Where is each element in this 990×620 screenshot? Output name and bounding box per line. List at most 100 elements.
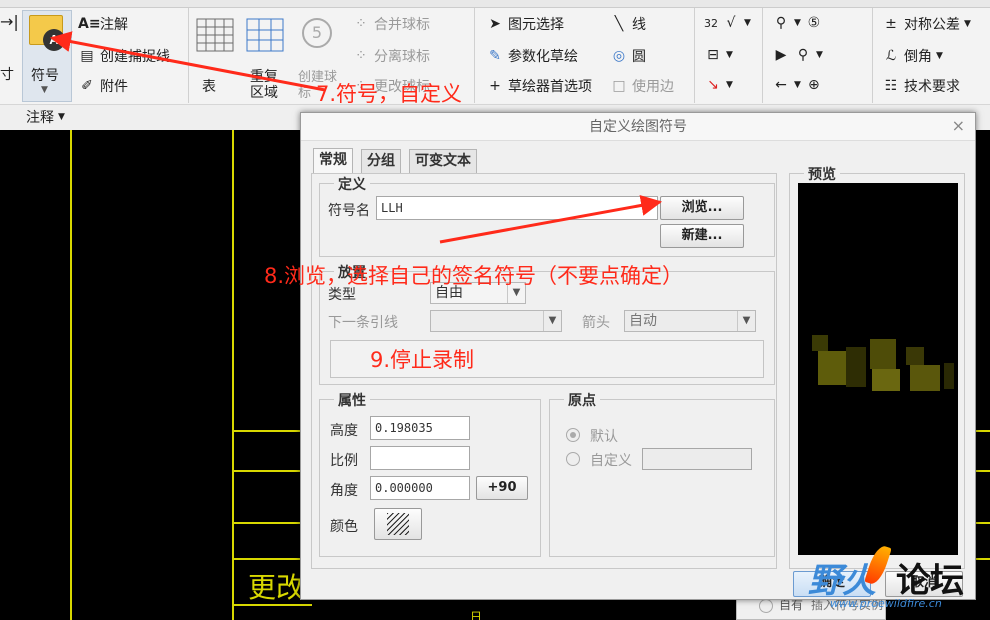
use-edge-label: 使用边 — [632, 79, 674, 95]
split-balloon-button[interactable]: ⁘ 分离球标 — [352, 46, 430, 66]
origin-group: 原点 默认 自定义 — [549, 390, 775, 557]
capture-line-icon: ▤ — [80, 48, 94, 64]
custom-origin-field[interactable] — [642, 448, 752, 470]
repeat-region-button[interactable]: 重复 区域 — [246, 18, 290, 101]
symbol-name-field[interactable]: LLH — [376, 196, 658, 220]
surface-finish-button[interactable]: 32 √ ▼ — [704, 14, 751, 32]
color-button[interactable] — [374, 508, 422, 540]
browse-button[interactable]: 浏览... — [660, 196, 744, 220]
rotate-90-button[interactable]: +90 — [476, 476, 528, 500]
flame-icon — [864, 543, 892, 587]
arrow-dropdown[interactable]: 自动 ▼ — [624, 310, 756, 332]
dimension-label: 寸 — [0, 67, 14, 83]
border-line — [976, 522, 990, 524]
ribbon-separator — [188, 8, 189, 103]
angle-label: 角度 — [330, 483, 358, 499]
attachment-label: 附件 — [100, 79, 128, 95]
symmetric-tolerance-label: 对称公差 — [904, 17, 960, 33]
repeat-region-label-2: 区域 — [250, 85, 278, 101]
symbol-name-label: 符号名 — [328, 203, 370, 219]
symbol-label: 符号 — [31, 68, 59, 84]
param-sketch-button[interactable]: ✎ 参数化草绘 — [486, 46, 578, 66]
default-radio[interactable] — [566, 428, 580, 442]
annotate-button[interactable]: A≡ 注解 — [78, 14, 128, 34]
cursor-icon: ➤ — [489, 16, 501, 32]
line-button[interactable]: ╲ 线 — [610, 14, 646, 34]
split-balloon-label: 分离球标 — [374, 49, 430, 65]
select-element-button[interactable]: ➤ 图元选择 — [486, 14, 564, 34]
capture-line-button[interactable]: ▤ 创建捕捉线 — [78, 46, 170, 66]
tab-general[interactable]: 常规 — [313, 148, 353, 174]
custom-label: 自定义 — [590, 453, 632, 469]
dimension-arrow-icon[interactable]: →| — [0, 12, 19, 31]
title-block-partial: 日 — [470, 610, 483, 620]
chevron-down-icon: ▼ — [816, 50, 823, 60]
flag-icon: ▶ — [775, 47, 787, 63]
symbol-button[interactable]: A 符号 ▼ — [22, 10, 72, 102]
magnify-icon: ⚲ — [797, 47, 809, 63]
sketcher-prefs-icon: + — [489, 78, 501, 94]
annotation-step-7: 7.符号，自定义 — [316, 82, 463, 106]
use-edge-button[interactable]: □ 使用边 — [610, 76, 674, 96]
tab-grouping[interactable]: 分组 — [361, 149, 401, 173]
next-leader-label: 下一条引线 — [328, 315, 398, 331]
param-sketch-icon: ✎ — [489, 48, 501, 64]
chevron-down-icon: ▼ — [737, 311, 755, 331]
split-balloon-icon: ⁘ — [355, 48, 367, 64]
datum-feature-icon: ⊟ — [707, 47, 719, 63]
angle-field[interactable]: 0.000000 — [370, 476, 470, 500]
preview-pixel — [944, 363, 954, 389]
attachment-button[interactable]: ✐ 附件 — [78, 76, 128, 96]
gtol-button-3[interactable]: ← ▼ ⊕ — [772, 76, 823, 94]
free-radio[interactable] — [759, 599, 773, 613]
merge-balloon-button[interactable]: ⁘ 合并球标 — [352, 14, 430, 34]
next-leader-dropdown[interactable]: ▼ — [430, 310, 562, 332]
watermark: 野火 论坛 www.proewildfire.cn — [800, 543, 990, 620]
ribbon-tab-strip — [0, 0, 990, 8]
new-button[interactable]: 新建... — [660, 224, 744, 248]
surface-finish-icon: √ — [726, 15, 736, 31]
attributes-title: 属性 — [334, 390, 370, 410]
chevron-down-icon: ▼ — [794, 18, 801, 28]
chamfer-label: 倒角 — [904, 49, 932, 65]
close-icon[interactable]: × — [952, 116, 965, 135]
tech-requirements-label: 技术要求 — [904, 79, 960, 95]
chevron-down-icon: ▼ — [41, 85, 48, 95]
gtol-button[interactable]: ⚲ ▼ ⑤ — [772, 14, 823, 32]
datum-feature-button[interactable]: ⊟ ▼ — [704, 46, 733, 64]
ribbon-separator — [474, 8, 475, 103]
circle-button[interactable]: ◎ 圆 — [610, 46, 646, 66]
tech-requirements-icon: ☷ — [884, 78, 898, 94]
create-balloon-label-2: 标 — [298, 86, 312, 101]
default-label: 默认 — [590, 429, 618, 445]
height-field[interactable]: 0.198035 — [370, 416, 470, 440]
table-button[interactable]: 表 — [196, 18, 238, 98]
symmetric-tolerance-icon: ± — [885, 16, 897, 32]
height-label: 高度 — [330, 423, 358, 439]
symbol-a-icon: A — [43, 29, 65, 51]
border-line — [976, 470, 990, 472]
sketcher-prefs-button[interactable]: + 草绘器首选项 — [486, 76, 592, 96]
symmetric-tolerance-button[interactable]: ± 对称公差 ▼ — [882, 14, 971, 34]
chamfer-button[interactable]: ℒ 倒角 ▼ — [882, 46, 943, 66]
line-icon: ╲ — [614, 16, 624, 32]
custom-radio[interactable] — [566, 452, 580, 466]
border-line — [232, 130, 234, 620]
watermark-url: www.proewildfire.cn — [830, 597, 942, 610]
chevron-down-icon: ▼ — [543, 311, 561, 331]
tab-variable-text[interactable]: 可变文本 — [409, 149, 477, 173]
table-label: 表 — [202, 79, 216, 95]
sketcher-prefs-label: 草绘器首选项 — [508, 79, 592, 95]
datum-target-button[interactable]: ↘ ▼ — [704, 76, 733, 94]
group-annotate-dropdown[interactable]: 注释 ▼ — [26, 107, 65, 127]
ribbon-separator — [694, 8, 695, 103]
preview-title: 预览 — [804, 164, 840, 184]
arrow-left-icon: ← — [775, 77, 787, 93]
chevron-down-icon: ▼ — [58, 112, 65, 122]
arrow-value: 自动 — [629, 313, 657, 329]
scale-field[interactable] — [370, 446, 470, 470]
gtol-button-2[interactable]: ▶ ⚲ ▼ — [772, 46, 823, 64]
datum-target-icon: ↘ — [707, 77, 719, 93]
tech-requirements-button[interactable]: ☷ 技术要求 — [882, 76, 960, 96]
position-icon: ⚲ — [775, 15, 787, 31]
